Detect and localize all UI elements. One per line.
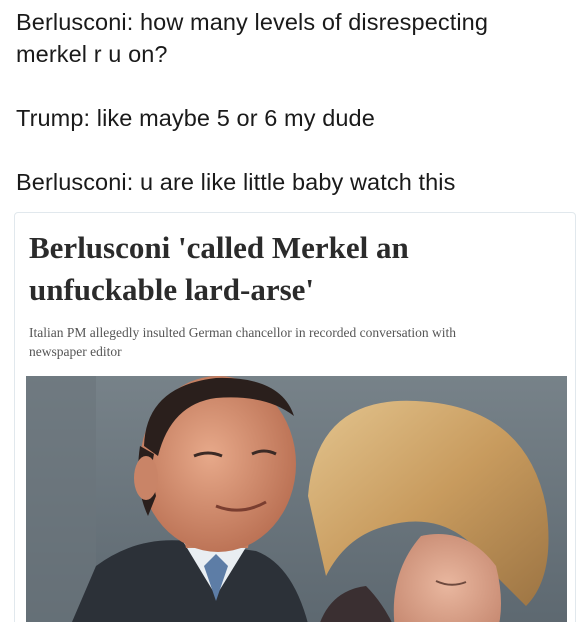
article-headline[interactable]: Berlusconi 'called Merkel an unfuckable … [29,227,549,311]
photo-illustration [26,376,567,622]
article-card[interactable]: Berlusconi 'called Merkel an unfuckable … [14,212,576,622]
headline-line-1: Berlusconi 'called Merkel an [29,230,409,265]
post-line-2: merkel r u on? [16,41,168,67]
headline-line-2: unfuckable lard-arse' [29,272,315,307]
article-photo [26,376,567,622]
article-standfirst: Italian PM allegedly insulted German cha… [29,323,549,361]
standfirst-line-1: Italian PM allegedly insulted German cha… [29,325,456,340]
post-line-1: Berlusconi: how many levels of disrespec… [16,9,489,35]
post-line-3: Trump: like maybe 5 or 6 my dude [16,105,375,131]
standfirst-line-2: newspaper editor [29,344,122,359]
tweet-text: Berlusconi: how many levels of disrespec… [16,6,568,198]
post-line-4: Berlusconi: u are like little baby watch… [16,169,456,195]
